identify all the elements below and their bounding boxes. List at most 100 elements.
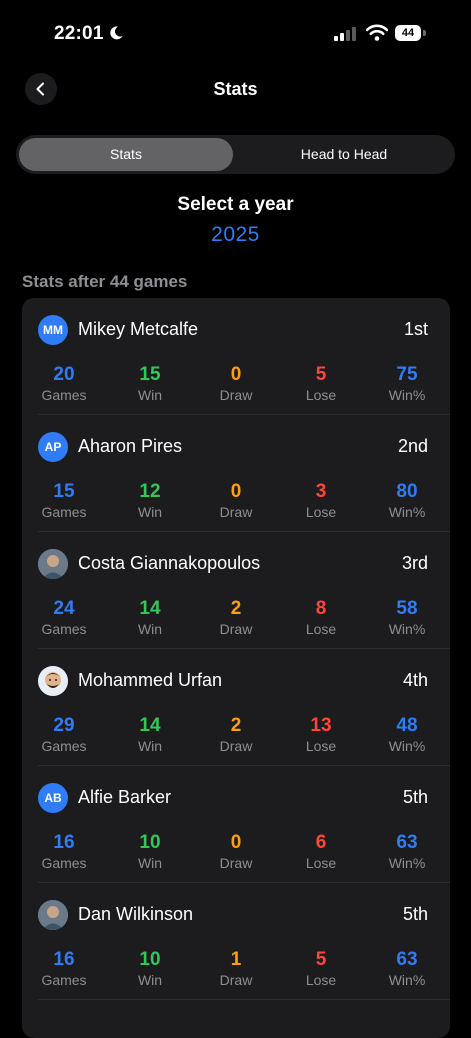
stat-value: 58 [396, 598, 418, 619]
player-row[interactable]: AB Alfie Barker 5th 16 Games 10 Win 0 Draw 6 Lose 6… [22, 766, 450, 883]
stat-draw: 0 Draw [196, 364, 276, 404]
stat-games: 29 Games [24, 715, 104, 755]
stat-win-pct: 63 Win% [367, 832, 447, 872]
stat-label: Draw [219, 855, 253, 871]
stat-value: 24 [53, 598, 75, 619]
stat-lose: 8 Lose [281, 598, 361, 638]
stat-label: Lose [305, 738, 337, 754]
stat-label: Win% [388, 387, 426, 403]
stat-value: 29 [53, 715, 75, 736]
stat-value: 6 [315, 832, 327, 853]
player-row[interactable]: AP Aharon Pires 2nd 15 Games 12 Win 0 Draw 3 Lose 8… [22, 415, 450, 532]
stat-lose: 6 Lose [281, 832, 361, 872]
stat-label: Games [41, 387, 87, 403]
tab-stats[interactable]: Stats [19, 138, 233, 171]
wifi-icon [365, 24, 389, 46]
stat-win-pct: 80 Win% [367, 481, 447, 521]
stat-label: Lose [305, 504, 337, 520]
stat-value: 5 [315, 949, 327, 970]
stat-win: 14 Win [110, 598, 190, 638]
row-divider [38, 999, 450, 1000]
stat-draw: 0 Draw [196, 832, 276, 872]
player-row[interactable]: Mohammed Urfan 4th 29 Games 14 Win 2 Draw 13 Lose… [22, 649, 450, 766]
stat-value: 10 [139, 832, 161, 853]
stat-label: Lose [305, 855, 337, 871]
cellular-signal-icon [334, 27, 358, 46]
stat-value: 8 [315, 598, 327, 619]
stat-draw: 1 Draw [196, 949, 276, 989]
stat-label: Games [41, 972, 87, 988]
stat-value: 3 [315, 481, 327, 502]
stat-value: 14 [139, 598, 161, 619]
stat-label: Win [137, 387, 163, 403]
stat-win-pct: 48 Win% [367, 715, 447, 755]
stat-label: Games [41, 738, 87, 754]
stat-label: Lose [305, 621, 337, 637]
player-name: Mohammed Urfan [78, 670, 223, 690]
avatar-photo-icon [38, 900, 68, 930]
stat-value: 63 [396, 949, 418, 970]
stat-draw: 0 Draw [196, 481, 276, 521]
stat-value: 80 [396, 481, 418, 502]
avatar-photo-icon [38, 549, 68, 579]
stat-label: Win% [388, 621, 426, 637]
player-rank: 2nd [397, 436, 428, 456]
stat-win: 15 Win [110, 364, 190, 404]
stat-value: 2 [230, 715, 242, 736]
stat-label: Draw [219, 972, 253, 988]
status-bar: 22:01 44 [0, 0, 471, 70]
stat-value: 2 [230, 598, 242, 619]
stat-value: 0 [230, 481, 242, 502]
player-name: Mikey Metcalfe [78, 319, 199, 339]
tab-head-to-head[interactable]: Head to Head [236, 138, 452, 171]
stat-lose: 5 Lose [281, 364, 361, 404]
page-title: Stats [213, 79, 258, 99]
stat-win-pct: 75 Win% [367, 364, 447, 404]
stat-value: 63 [396, 832, 418, 853]
stat-games: 16 Games [24, 832, 104, 872]
stat-draw: 2 Draw [196, 598, 276, 638]
avatar-initials: MM [38, 315, 68, 345]
stat-label: Win [137, 972, 163, 988]
avatar-initials: AB [38, 783, 68, 813]
player-rank: 3rd [401, 553, 428, 573]
stat-label: Win [137, 855, 163, 871]
stat-value: 12 [139, 481, 161, 502]
stat-games: 16 Games [24, 949, 104, 989]
status-time: 22:01 [54, 23, 104, 44]
stat-value: 15 [53, 481, 75, 502]
stat-lose: 5 Lose [281, 949, 361, 989]
stat-label: Games [41, 621, 87, 637]
stat-win: 10 Win [110, 949, 190, 989]
player-rank: 5th [402, 904, 428, 924]
player-name: Aharon Pires [78, 436, 183, 456]
stat-value: 48 [396, 715, 418, 736]
stat-win: 14 Win [110, 715, 190, 755]
stat-value: 0 [230, 364, 242, 385]
player-name: Dan Wilkinson [78, 904, 194, 924]
stat-label: Win [137, 738, 163, 754]
stat-label: Draw [219, 621, 253, 637]
stat-label: Games [41, 855, 87, 871]
avatar-memoji-icon [38, 666, 68, 696]
stat-label: Win% [388, 738, 426, 754]
moon-icon [108, 25, 124, 46]
stat-games: 20 Games [24, 364, 104, 404]
player-row[interactable]: MM Mikey Metcalfe 1st 20 Games 15 Win 0 Draw 5 Los… [22, 298, 450, 415]
stat-label: Lose [305, 387, 337, 403]
stat-value: 0 [230, 832, 242, 853]
stat-win: 12 Win [110, 481, 190, 521]
stat-win: 10 Win [110, 832, 190, 872]
stat-label: Draw [219, 387, 253, 403]
stat-draw: 2 Draw [196, 715, 276, 755]
player-row[interactable]: Costa Giannakopoulos 3rd 24 Games 14 Win 2 Draw… [22, 532, 450, 649]
player-name: Alfie Barker [78, 787, 172, 807]
stat-lose: 3 Lose [281, 481, 361, 521]
segmented-control: Stats Head to Head [16, 135, 455, 174]
battery-level: 44 [395, 25, 421, 41]
player-row[interactable]: Dan Wilkinson 5th 16 Games 10 Win 1 Draw 5 Lose 63… [22, 883, 450, 1000]
year-selector[interactable]: 2025 [0, 223, 471, 247]
stat-value: 1 [230, 949, 242, 970]
stat-label: Lose [305, 972, 337, 988]
stat-label: Win% [388, 972, 426, 988]
